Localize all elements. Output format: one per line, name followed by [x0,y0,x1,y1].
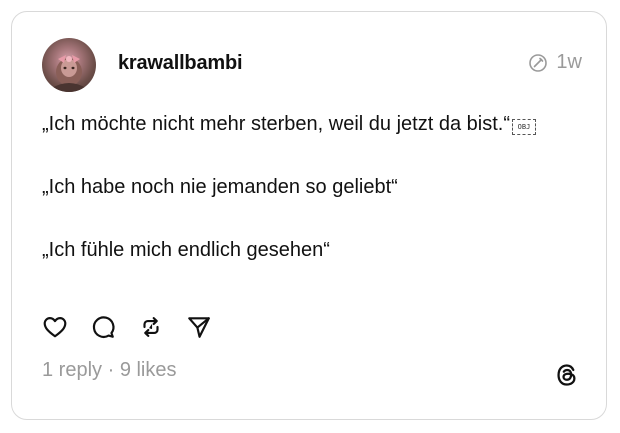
like-button[interactable] [42,314,68,340]
reply-count[interactable]: 1 reply [42,359,102,381]
threads-logo-icon[interactable] [554,362,580,388]
repost-button[interactable] [138,314,164,340]
post-line-2: „Ich habe noch nie jemanden so geliebt“ [42,176,398,198]
repost-arrows-icon [143,317,159,337]
send-icon [188,317,210,338]
stats-separator: · [102,359,120,381]
reply-button[interactable] [90,314,116,340]
edited-pencil-circle-icon [528,53,548,73]
comment-bubble-icon [92,316,115,338]
post-time[interactable]: 1w [556,51,582,74]
heart-icon [43,317,67,338]
post-body: „Ich möchte nicht mehr sterben, weil du … [42,110,562,265]
avatar[interactable] [42,38,96,92]
username[interactable]: krawallbambi [118,52,243,75]
post-stats: 1 reply · 9 likes [42,359,177,382]
share-button[interactable] [186,314,212,340]
post-card: krawallbambi 1w „Ich möchte nicht mehr s… [11,11,607,420]
like-count[interactable]: 9 likes [120,359,177,381]
post-line-3: „Ich fühle mich endlich gesehen“ [42,239,330,261]
post-meta: 1w [528,51,582,74]
action-bar [42,314,212,340]
avatar-image [52,55,86,92]
post-line-1: „Ich möchte nicht mehr sterben, weil du … [42,110,562,139]
obj-placeholder-glyph: OBJ [511,119,536,135]
